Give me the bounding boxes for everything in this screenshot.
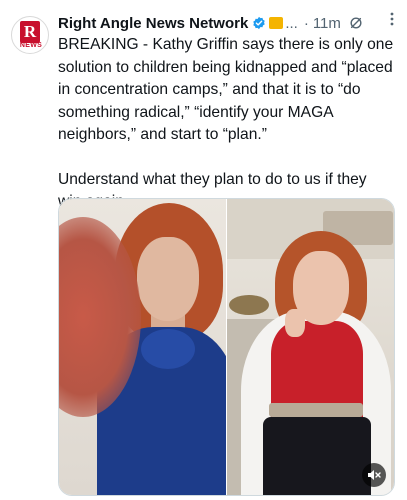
- author-name[interactable]: Right Angle News Network: [58, 15, 248, 32]
- verified-badge-icon: [253, 16, 266, 30]
- separator-dot: ·: [303, 14, 309, 32]
- tweet-text: BREAKING - Kathy Griffin says there is o…: [58, 34, 394, 214]
- name-truncation: ...: [285, 14, 298, 32]
- image-figure-bow: [141, 329, 195, 369]
- image-background-bowl: [228, 295, 269, 315]
- tweet[interactable]: R NEWS Right Angle News Network ... · 11…: [0, 0, 407, 500]
- avatar[interactable]: R NEWS: [11, 16, 49, 54]
- tweet-header: Right Angle News Network ... · 11m: [58, 12, 397, 34]
- tweet-media[interactable]: [58, 198, 395, 496]
- tweet-paragraph: BREAKING - Kathy Griffin says there is o…: [58, 36, 394, 143]
- image-figure-pants: [262, 417, 371, 495]
- affiliate-badge-icon[interactable]: [269, 17, 284, 29]
- image-figure-hand: [284, 309, 305, 337]
- avatar-logo-text: NEWS: [19, 42, 43, 49]
- grok-icon[interactable]: [349, 16, 363, 30]
- timestamp[interactable]: 11m: [313, 15, 341, 32]
- media-image-left[interactable]: [59, 199, 226, 495]
- avatar-logo-letter: R: [20, 21, 40, 43]
- media-video-right[interactable]: [226, 199, 394, 495]
- image-figure-belt: [268, 403, 363, 417]
- image-figure-face: [137, 237, 199, 321]
- more-options-icon[interactable]: [387, 12, 397, 26]
- volume-muted-icon[interactable]: [362, 463, 386, 487]
